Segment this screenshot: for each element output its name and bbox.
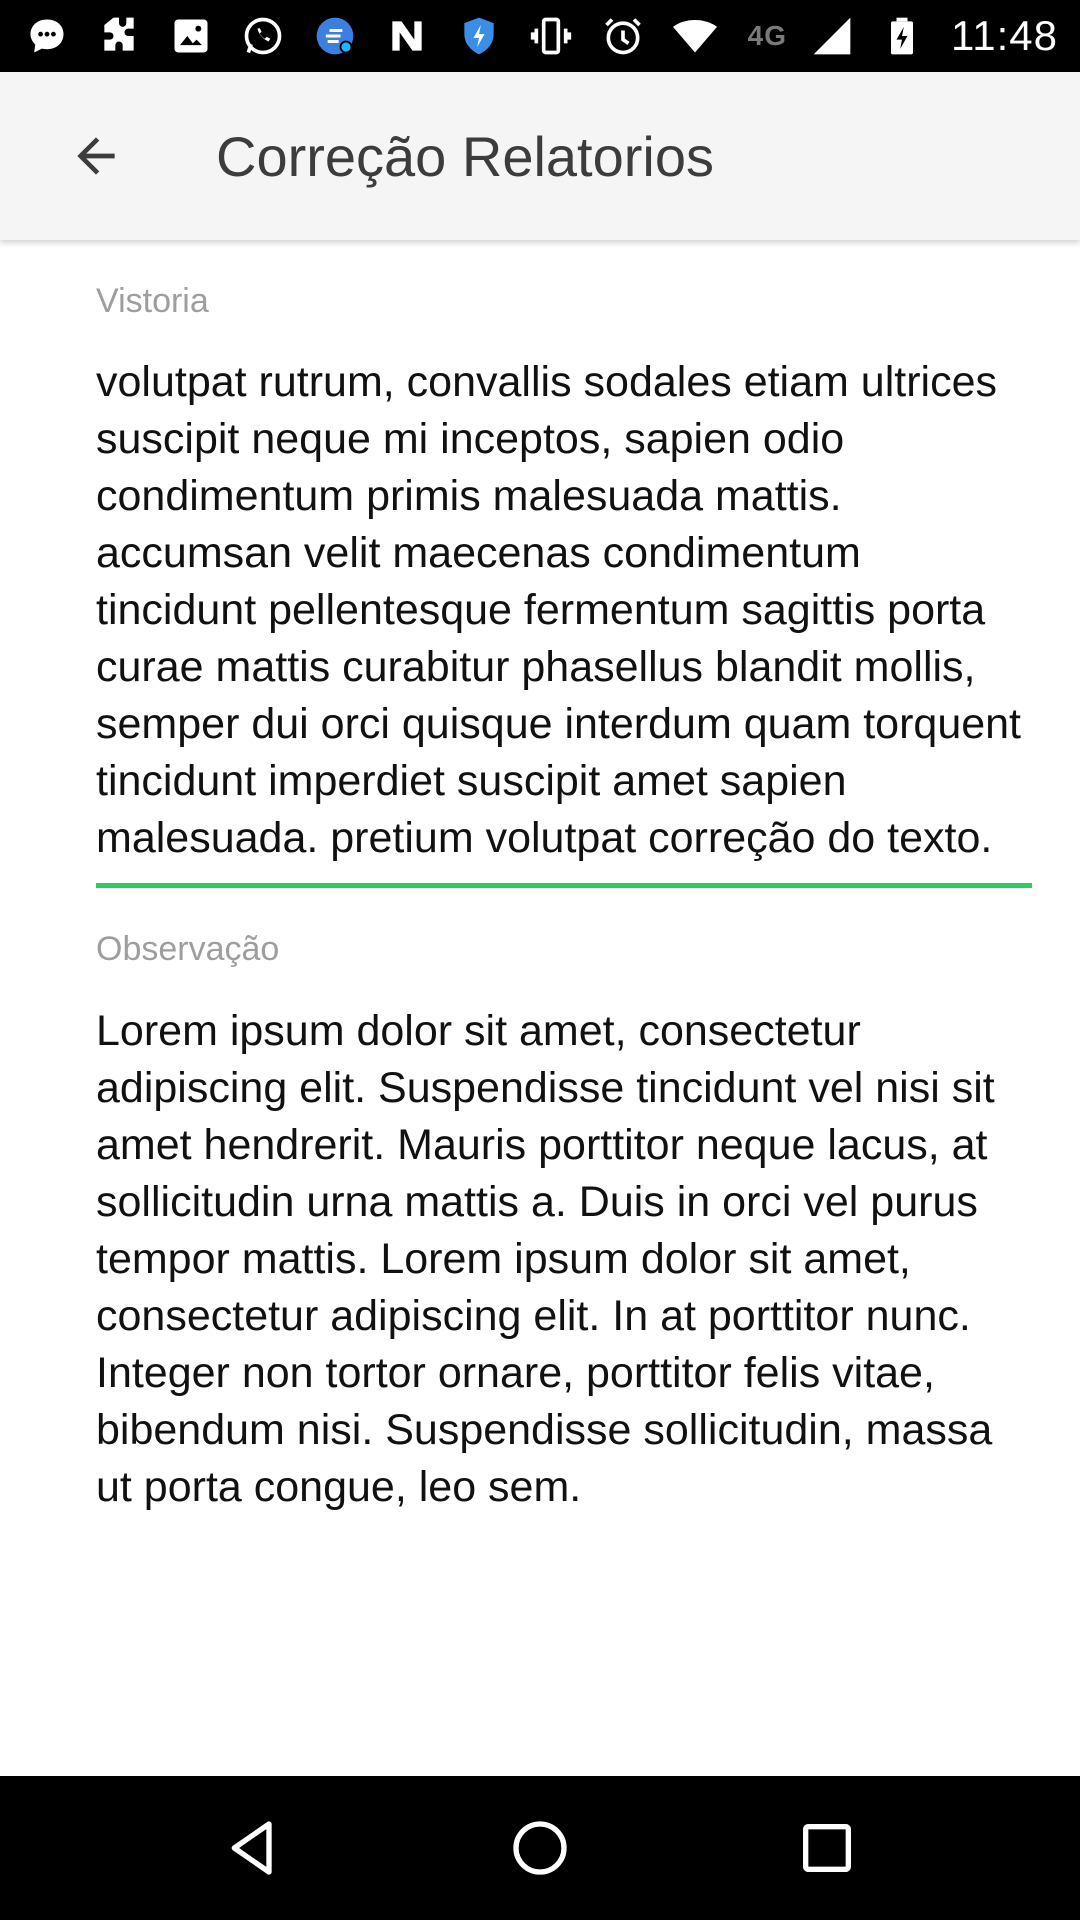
- navigation-bar: [0, 1776, 1080, 1920]
- arrow-back-icon: [77, 137, 115, 175]
- alarm-icon: [598, 11, 648, 61]
- n-app-icon: [382, 11, 432, 61]
- observacao-field: Observação Lorem ipsum dolor sit amet, c…: [96, 888, 1032, 1516]
- back-button[interactable]: [46, 106, 146, 206]
- app-bar: Correção Relatorios: [0, 72, 1080, 240]
- observacao-label: Observação: [96, 930, 280, 968]
- vistoria-input[interactable]: volutpat rutrum, convallis sodales etiam…: [96, 354, 1032, 867]
- nav-back-button[interactable]: [193, 1788, 313, 1908]
- notification-icons: [22, 11, 720, 61]
- image-icon: [166, 11, 216, 61]
- puzzle-icon: [94, 11, 144, 61]
- battery-charging-icon: [877, 11, 927, 61]
- nav-back-icon: [231, 1821, 272, 1875]
- nav-home-button[interactable]: [480, 1788, 600, 1908]
- form-content: Vistoria volutpat rutrum, convallis soda…: [0, 240, 1080, 1776]
- vibrate-icon: [526, 11, 576, 61]
- cleaner-app-icon: [310, 11, 360, 61]
- signal-icon: [807, 11, 857, 61]
- system-indicators: 4G 11:48: [748, 11, 1058, 61]
- nav-recents-icon: [802, 1824, 851, 1872]
- status-bar: 4G 11:48: [0, 0, 1080, 72]
- shield-icon: [454, 11, 504, 61]
- whatsapp-icon: [238, 11, 288, 61]
- vistoria-label: Vistoria: [96, 282, 209, 320]
- wifi-icon: [670, 11, 720, 61]
- network-type: 4G: [747, 20, 787, 51]
- page-title: Correção Relatorios: [216, 124, 714, 188]
- observacao-input[interactable]: Lorem ipsum dolor sit amet, consectetur …: [96, 1003, 1032, 1516]
- nav-home-icon: [513, 1821, 567, 1875]
- clock: 11:48: [951, 12, 1058, 59]
- messages-icon: [22, 11, 72, 61]
- vistoria-field: Vistoria volutpat rutrum, convallis soda…: [96, 240, 1032, 888]
- nav-recents-button[interactable]: [767, 1788, 887, 1908]
